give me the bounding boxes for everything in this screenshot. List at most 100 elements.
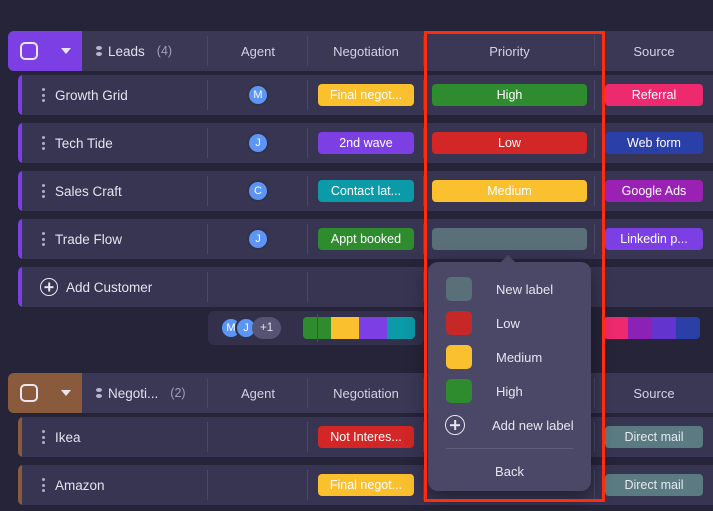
avatar[interactable]: M [247, 84, 269, 106]
color-swatch [446, 345, 472, 369]
group-title-negotiation[interactable]: Negoti... (2) [82, 373, 208, 413]
checkbox-icon[interactable] [19, 384, 38, 402]
source-cell[interactable]: Linkedin p... [595, 219, 713, 259]
row-menu-icon[interactable] [42, 430, 45, 444]
source-cell[interactable]: Google Ads [595, 171, 713, 211]
badge[interactable]: Linkedin p... [605, 228, 703, 250]
label-option[interactable]: High [428, 374, 591, 408]
badge[interactable]: Final negot... [318, 474, 414, 496]
priority-cell[interactable] [424, 219, 595, 259]
source-cell[interactable]: Referral [595, 75, 713, 115]
dist-segment [628, 317, 652, 339]
row-name: Ikea [55, 429, 81, 445]
table-leads: Leads (4) Agent Negotiation Priority Sou… [0, 31, 713, 345]
avatar[interactable]: J [247, 228, 269, 250]
agent-cell[interactable]: J [208, 123, 308, 163]
negotiation-cell[interactable]: Appt booked [308, 219, 424, 259]
add-customer-row[interactable]: Add Customer [0, 267, 713, 307]
select-all-negotiation[interactable] [8, 373, 82, 413]
badge[interactable]: Not Interes... [318, 426, 414, 448]
agent-cell[interactable]: C [208, 171, 308, 211]
avatar-stack[interactable]: M J +1 [220, 317, 282, 339]
label-option[interactable]: New label [428, 272, 591, 306]
row-menu-icon[interactable] [42, 88, 45, 102]
row-name-cell[interactable]: Trade Flow [28, 219, 208, 259]
drag-handle-icon[interactable] [96, 46, 102, 56]
column-header-source-2[interactable]: Source [595, 373, 713, 413]
column-header-negotiation-2[interactable]: Negotiation [308, 373, 424, 413]
row-name-cell[interactable]: Amazon [28, 465, 208, 505]
row-name-cell[interactable]: Ikea [28, 417, 208, 457]
row-menu-icon[interactable] [42, 478, 45, 492]
avatar[interactable]: J [247, 132, 269, 154]
label-option[interactable]: Low [428, 306, 591, 340]
row-name-cell[interactable]: Growth Grid [28, 75, 208, 115]
source-cell[interactable]: Direct mail [595, 465, 713, 505]
negotiation-cell[interactable]: Final negot... [308, 75, 424, 115]
row-menu-icon[interactable] [42, 232, 45, 246]
add-new-label-button[interactable]: Add new label [428, 408, 591, 442]
label-option[interactable]: Medium [428, 340, 591, 374]
negotiation-cell[interactable]: 2nd wave [308, 123, 424, 163]
chevron-down-icon[interactable] [60, 48, 71, 54]
agent-cell[interactable] [208, 417, 308, 457]
badge[interactable]: High [432, 84, 587, 106]
add-customer-button[interactable]: Add Customer [28, 267, 208, 307]
table-row[interactable]: Ikea Not Interes... Direct mail [0, 417, 713, 457]
priority-cell[interactable]: High [424, 75, 595, 115]
badge[interactable]: Web form [605, 132, 703, 154]
row-menu-icon[interactable] [42, 136, 45, 150]
source-cell[interactable]: Web form [595, 123, 713, 163]
table-header-negotiation: Negoti... (2) Agent Negotiation Source [0, 373, 713, 413]
avatar[interactable]: C [247, 180, 269, 202]
row-menu-icon[interactable] [42, 184, 45, 198]
row-name-cell[interactable]: Sales Craft [28, 171, 208, 211]
dist-segment [603, 317, 628, 339]
badge[interactable]: Google Ads [605, 180, 703, 202]
column-header-source[interactable]: Source [595, 31, 713, 71]
priority-cell[interactable]: Low [424, 123, 595, 163]
column-header-priority[interactable]: Priority [424, 31, 595, 71]
badge[interactable]: Medium [432, 180, 587, 202]
table-row[interactable]: Trade Flow J Appt booked Linkedin p... [0, 219, 713, 259]
badge[interactable]: Direct mail [605, 426, 703, 448]
table-row[interactable]: Tech Tide J 2nd wave Low Web form [0, 123, 713, 163]
back-button[interactable]: Back [428, 455, 591, 491]
row-name-cell[interactable]: Tech Tide [28, 123, 208, 163]
plus-circle-icon[interactable] [40, 278, 58, 296]
avatar-overflow[interactable]: +1 [252, 317, 282, 339]
column-header-agent-2[interactable]: Agent [208, 373, 308, 413]
badge[interactable]: Direct mail [605, 474, 703, 496]
table-row[interactable]: Growth Grid M Final negot... High Referral [0, 75, 713, 115]
checkbox-icon[interactable] [19, 42, 38, 60]
select-all-leads[interactable] [8, 31, 82, 71]
table-row[interactable]: Amazon Final negot... Direct mail [0, 465, 713, 505]
plus-circle-icon[interactable] [445, 415, 465, 435]
chevron-down-icon[interactable] [60, 390, 71, 396]
drag-handle-icon[interactable] [96, 388, 102, 398]
agent-cell[interactable]: M [208, 75, 308, 115]
column-header-agent[interactable]: Agent [208, 31, 308, 71]
source-cell[interactable]: Direct mail [595, 417, 713, 457]
badge[interactable]: Referral [605, 84, 703, 106]
negotiation-cell[interactable]: Final negot... [308, 465, 424, 505]
group-title-leads[interactable]: Leads (4) [82, 31, 208, 71]
divider [446, 448, 573, 449]
badge[interactable]: Low [432, 132, 587, 154]
agent-cell[interactable]: J [208, 219, 308, 259]
badge[interactable]: 2nd wave [318, 132, 414, 154]
badge[interactable]: Contact lat... [318, 180, 414, 202]
label-option-text: High [496, 383, 523, 399]
table-row[interactable]: Sales Craft C Contact lat... Medium Google A… [0, 171, 713, 211]
negotiation-cell[interactable]: Contact lat... [308, 171, 424, 211]
row-name: Growth Grid [55, 87, 128, 103]
label-picker-menu[interactable]: New label Low Medium High Add new label Bac… [428, 255, 591, 491]
priority-cell[interactable]: Medium [424, 171, 595, 211]
badge[interactable]: Final negot... [318, 84, 414, 106]
badge[interactable]: Appt booked [318, 228, 414, 250]
agent-cell[interactable] [208, 465, 308, 505]
badge[interactable] [432, 228, 587, 250]
column-header-negotiation[interactable]: Negotiation [308, 31, 424, 71]
negotiation-cell[interactable]: Not Interes... [308, 417, 424, 457]
label-option-text: Medium [496, 349, 543, 365]
